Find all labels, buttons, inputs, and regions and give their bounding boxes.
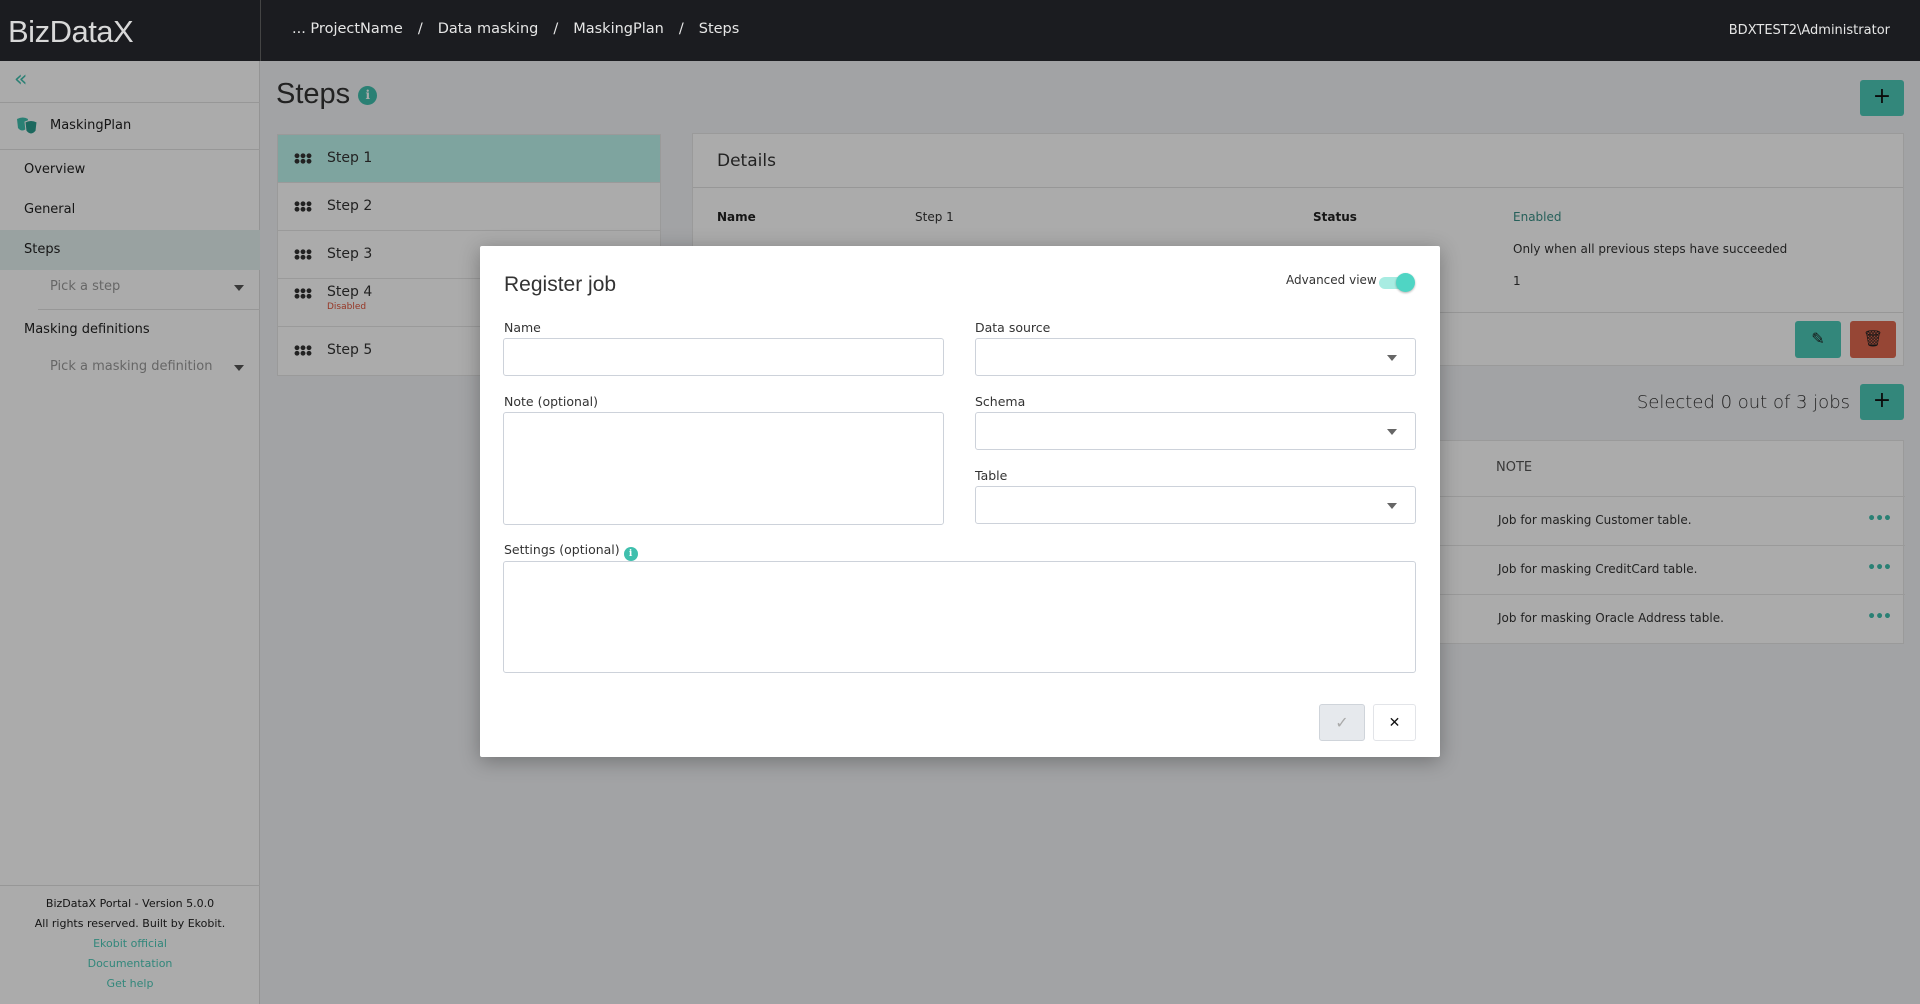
- schema-select[interactable]: [975, 412, 1416, 450]
- close-icon: ✕: [1388, 715, 1401, 731]
- breadcrumb-separator: /: [553, 21, 559, 37]
- settings-textarea[interactable]: [503, 561, 1416, 673]
- bizdatax-logo[interactable]: BizDataX: [8, 6, 258, 58]
- name-input[interactable]: [503, 338, 944, 376]
- chevron-down-icon: [1387, 503, 1397, 509]
- chevron-down-icon: [1387, 429, 1397, 435]
- data-source-label: Data source: [975, 320, 1051, 335]
- settings-label-text: Settings (optional): [504, 542, 620, 557]
- register-job-dialog: Register job Advanced view Name Data sou…: [480, 246, 1440, 757]
- data-source-select[interactable]: [975, 338, 1416, 376]
- breadcrumb: ... ProjectName / Data masking / MaskingPl…: [292, 21, 739, 37]
- name-field-label: Name: [504, 320, 541, 335]
- note-field-label: Note (optional): [504, 394, 598, 409]
- confirm-button[interactable]: ✓: [1319, 704, 1365, 741]
- dialog-title: Register job: [504, 273, 617, 296]
- logo-text: BizDataX: [8, 14, 134, 49]
- cancel-button[interactable]: ✕: [1373, 704, 1416, 741]
- breadcrumb-separator: /: [678, 21, 684, 37]
- table-label: Table: [975, 468, 1008, 483]
- user-menu[interactable]: BDXTEST2\Administrator: [1729, 23, 1890, 38]
- schema-label: Schema: [975, 394, 1026, 409]
- advanced-view-toggle[interactable]: [1379, 273, 1415, 292]
- header-divider: [260, 0, 261, 61]
- breadcrumb-separator: /: [417, 21, 423, 37]
- settings-label: Settings (optional) i: [504, 542, 638, 561]
- breadcrumb-steps[interactable]: Steps: [699, 21, 740, 37]
- note-textarea[interactable]: [503, 412, 944, 525]
- top-header: BizDataX ... ProjectName / Data masking / …: [0, 0, 1920, 61]
- info-icon[interactable]: i: [623, 547, 638, 561]
- breadcrumb-data-masking[interactable]: Data masking: [438, 21, 539, 37]
- toggle-knob: [1396, 273, 1415, 292]
- advanced-view-label: Advanced view: [1286, 273, 1377, 287]
- breadcrumb-project[interactable]: ... ProjectName: [292, 21, 403, 37]
- chevron-down-icon: [1387, 355, 1397, 361]
- breadcrumb-masking-plan[interactable]: MaskingPlan: [573, 21, 664, 37]
- table-select[interactable]: [975, 486, 1416, 524]
- check-icon: ✓: [1335, 713, 1349, 732]
